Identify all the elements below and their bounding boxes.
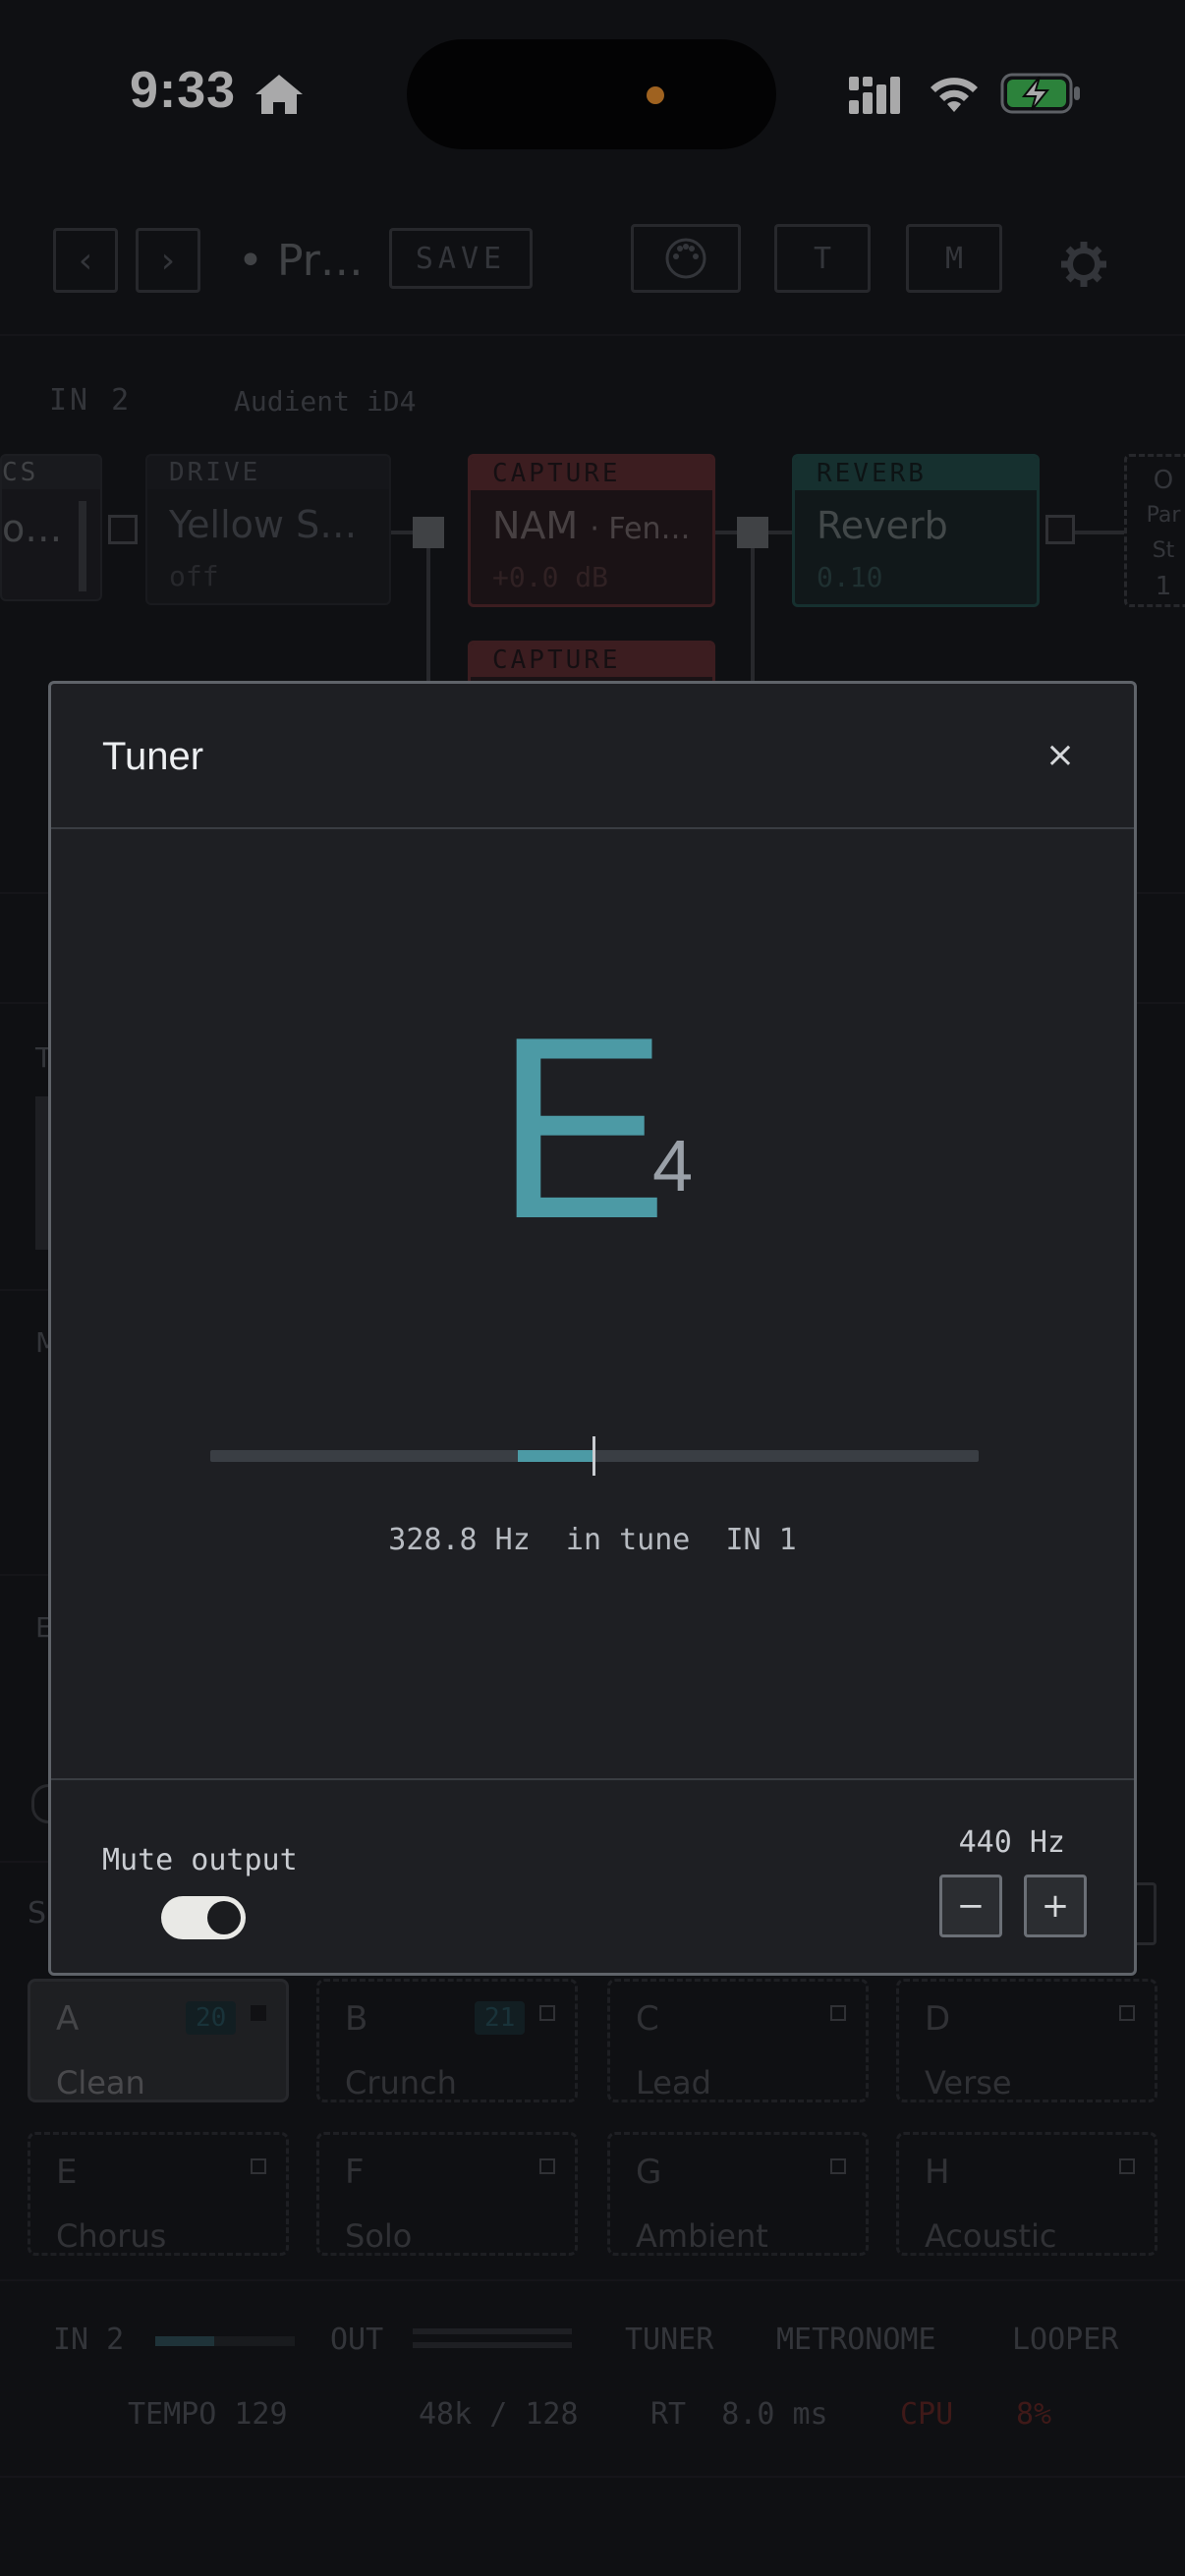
midi-button[interactable]	[631, 224, 741, 293]
prev-preset-button[interactable]: ‹	[53, 228, 118, 293]
preset-slot-a[interactable]: A 20 Clean	[28, 1979, 289, 2102]
block-category: DRIVE	[147, 456, 389, 489]
preset-slot-d[interactable]: D Verse	[896, 1979, 1157, 2102]
input-label: IN 2	[49, 383, 133, 418]
next-preset-button[interactable]: ›	[136, 228, 200, 293]
device-label: Audient iD4	[234, 385, 417, 418]
modal-title: Tuner	[102, 735, 204, 778]
block-name: Yellow S…	[169, 503, 358, 546]
preset-slot-c[interactable]: C Lead	[607, 1979, 869, 2102]
merge-node	[737, 517, 768, 548]
metronome-tab[interactable]: METRONOME	[776, 2323, 936, 2357]
chain-connector	[108, 515, 138, 544]
block-capture[interactable]: CAPTURE NAM · Fen… +0.0 dB	[468, 454, 715, 607]
tuner-readout: 328.8 Hz in tune IN 1	[51, 1523, 1134, 1557]
tuner-modal: Tuner × E 4 328.8 Hz in tune IN 1 Mute o…	[48, 681, 1137, 1976]
save-button[interactable]: SAVE	[389, 228, 533, 289]
chain-connector	[1045, 515, 1075, 544]
block-name: NAM · Fen…	[492, 504, 691, 547]
tuner-input: IN 1	[725, 1523, 797, 1557]
split-node	[413, 517, 444, 548]
looper-tab[interactable]: LOOPER	[1012, 2323, 1118, 2357]
m-button[interactable]: M	[906, 224, 1002, 293]
input-meter	[155, 2336, 295, 2346]
cpu-label: CPU	[900, 2397, 954, 2432]
block-category: REVERB	[795, 457, 1037, 490]
sample-rate-readout: 48k / 128	[419, 2397, 579, 2432]
tuner-tab[interactable]: TUNER	[625, 2323, 713, 2357]
output-meter-label: OUT	[330, 2323, 384, 2357]
output-meter	[413, 2328, 572, 2348]
reference-pitch: 440 Hz	[958, 1825, 1065, 1860]
status-time: 9:33	[130, 62, 237, 119]
note-octave: 4	[652, 1125, 694, 1206]
preset-slot-g[interactable]: G Ambient	[607, 2132, 869, 2256]
tuning-meter-fill	[517, 1450, 594, 1462]
block-category: CAPTURE	[471, 644, 712, 677]
modal-footer-divider	[51, 1778, 1134, 1780]
block-partial-left[interactable]: CS o…	[0, 454, 102, 601]
signal-icon	[849, 77, 900, 114]
level-bar	[79, 501, 86, 591]
battery-charging-icon	[1000, 73, 1080, 114]
preset-slot-e[interactable]: E Chorus	[28, 2132, 289, 2256]
cpu-value: 8%	[1016, 2397, 1052, 2432]
merge-line	[751, 548, 755, 686]
toggle-knob	[207, 1901, 241, 1934]
block-value: +0.0 dB	[492, 561, 609, 593]
gear-icon[interactable]	[1059, 240, 1108, 289]
tuning-state: in tune	[565, 1523, 691, 1557]
reference-decrease-button[interactable]: −	[939, 1875, 1002, 1937]
preset-slot-b[interactable]: B 21 Crunch	[316, 1979, 578, 2102]
add-block-partial[interactable]: O Par St 1	[1124, 454, 1185, 607]
block-category: CS	[2, 456, 100, 489]
block-reverb[interactable]: REVERB Reverb 0.10	[792, 454, 1040, 607]
mute-output-toggle[interactable]	[161, 1896, 246, 1939]
block-value: 0.10	[817, 561, 883, 593]
tempo-readout[interactable]: TEMPO 129	[128, 2397, 288, 2432]
block-name: Reverb	[817, 504, 948, 547]
tuning-meter-center	[592, 1436, 595, 1476]
preset-slot-h[interactable]: H Acoustic	[896, 2132, 1157, 2256]
t-button[interactable]: T	[774, 224, 871, 293]
close-button[interactable]: ×	[1045, 735, 1075, 775]
reference-increase-button[interactable]: +	[1024, 1875, 1087, 1937]
mic-indicator-dot	[647, 86, 664, 104]
home-icon	[255, 75, 303, 114]
modal-header: Tuner ×	[51, 684, 1134, 829]
preset-title[interactable]: • Pr…	[238, 236, 364, 286]
frequency-readout: 328.8 Hz	[388, 1523, 531, 1557]
latency-readout: RT 8.0 ms	[650, 2397, 828, 2432]
dynamic-island	[407, 39, 776, 149]
wifi-icon	[931, 78, 978, 112]
mute-output-label: Mute output	[102, 1843, 298, 1877]
split-line	[426, 548, 430, 686]
midi-icon	[665, 238, 706, 279]
preset-slot-f[interactable]: F Solo	[316, 2132, 578, 2256]
block-value: off	[169, 560, 219, 592]
note-name: E	[495, 982, 669, 1272]
block-drive[interactable]: DRIVE Yellow S… off	[145, 454, 391, 605]
section-letter: S	[28, 1896, 47, 1931]
input-meter-label: IN 2	[53, 2323, 125, 2357]
block-category: CAPTURE	[471, 457, 712, 490]
